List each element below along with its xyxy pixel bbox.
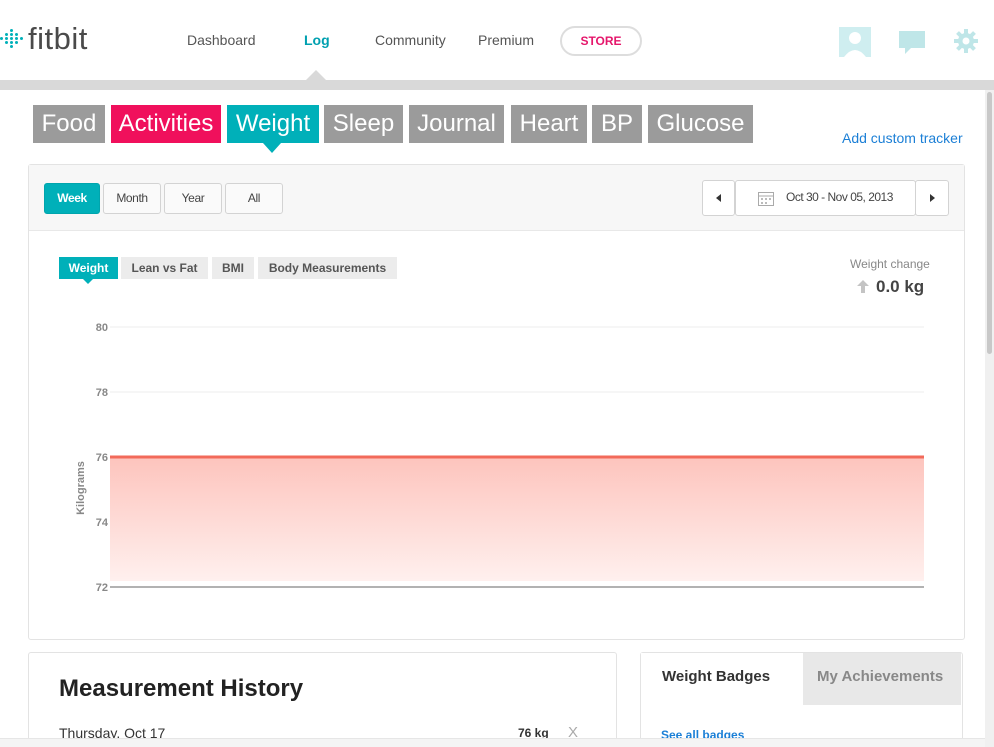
fitbit-logo[interactable]: fitbit <box>0 21 88 56</box>
add-custom-tracker-link[interactable]: Add custom tracker <box>842 130 963 146</box>
weight-area-fill <box>110 457 924 581</box>
nav-dashboard[interactable]: Dashboard <box>187 32 256 48</box>
tab-journal[interactable]: Journal <box>409 105 504 143</box>
fitbit-dots-icon <box>0 29 26 49</box>
range-all-button[interactable]: All <box>225 183 283 214</box>
range-month-button[interactable]: Month <box>103 183 161 214</box>
active-tab-caret <box>263 143 281 153</box>
tab-heart[interactable]: Heart <box>511 105 587 143</box>
arrow-up-icon <box>857 280 869 293</box>
tab-weight[interactable]: Weight <box>227 105 319 143</box>
scrollbar-thumb[interactable] <box>987 92 992 354</box>
tab-weight-badges[interactable]: Weight Badges <box>641 653 803 705</box>
next-date-button[interactable] <box>915 180 949 216</box>
date-range-text: Oct 30 - Nov 05, 2013 <box>786 190 893 204</box>
weight-chart: 80 78 76 74 72 Kilograms <box>75 322 924 594</box>
nav-log[interactable]: Log <box>304 32 330 48</box>
subtab-body-measurements[interactable]: Body Measurements <box>258 257 397 279</box>
nav-premium[interactable]: Premium <box>478 32 534 48</box>
messages-icon[interactable] <box>899 31 927 55</box>
tab-activities[interactable]: Activities <box>111 105 221 143</box>
store-button[interactable]: STORE <box>560 26 642 56</box>
scrollbar[interactable] <box>985 90 994 747</box>
range-year-button[interactable]: Year <box>164 183 222 214</box>
nav-community[interactable]: Community <box>375 32 446 48</box>
tab-bp[interactable]: BP <box>592 105 642 143</box>
active-nav-caret <box>306 70 326 80</box>
weight-change-value: 0.0 kg <box>876 277 925 296</box>
weight-change-label: Weight change <box>850 257 930 271</box>
tab-sleep[interactable]: Sleep <box>324 105 403 143</box>
subtab-caret <box>83 279 93 284</box>
prev-date-button[interactable] <box>702 180 735 216</box>
y-tick-label: 78 <box>96 387 108 399</box>
tab-glucose[interactable]: Glucose <box>648 105 753 143</box>
calendar-icon <box>758 192 774 206</box>
tab-my-achievements[interactable]: My Achievements <box>803 653 961 705</box>
y-tick-label: 72 <box>96 582 108 594</box>
y-axis-label: Kilograms <box>75 461 87 515</box>
profile-avatar-icon[interactable] <box>839 27 871 57</box>
chevron-right-icon <box>930 194 935 202</box>
subtab-lean-vs-fat[interactable]: Lean vs Fat <box>121 257 208 279</box>
settings-gear-icon[interactable] <box>953 28 979 54</box>
chevron-left-icon <box>716 194 721 202</box>
tab-food[interactable]: Food <box>33 105 105 143</box>
nav-underline <box>0 80 994 90</box>
measurement-history-title: Measurement History <box>59 675 304 702</box>
logo-text: fitbit <box>28 21 88 56</box>
y-tick-label: 80 <box>96 322 108 334</box>
y-tick-label: 74 <box>96 517 109 529</box>
y-tick-label: 76 <box>96 452 108 464</box>
subtab-weight[interactable]: Weight <box>59 257 118 279</box>
subtab-bmi[interactable]: BMI <box>212 257 254 279</box>
range-week-button[interactable]: Week <box>44 183 100 214</box>
page-bottom-edge <box>0 738 985 747</box>
